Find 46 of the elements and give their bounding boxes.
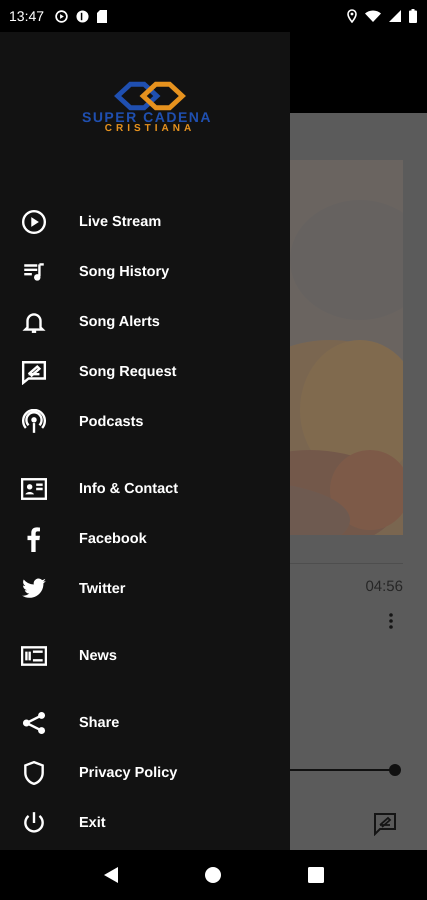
menu-item-label: Song Request <box>79 364 176 380</box>
play-circle-icon <box>55 10 68 22</box>
menu-item-label: Twitter <box>79 581 126 597</box>
menu-item[interactable]: Live Stream <box>0 197 290 247</box>
menu-item-label: Song History <box>79 264 170 280</box>
menu-item[interactable]: Privacy Policy <box>0 748 290 798</box>
menu-item-label: Song Alerts <box>79 314 160 330</box>
logo-subtitle: CRISTIANA <box>104 124 196 134</box>
menu-item[interactable]: Podcasts <box>0 397 290 447</box>
recents-icon[interactable] <box>308 867 324 883</box>
menu-item-label: Privacy Policy <box>79 765 178 781</box>
newspaper-icon <box>21 643 47 669</box>
location-icon <box>347 9 357 23</box>
play-circle-icon <box>21 209 47 235</box>
menu-item[interactable]: Twitter <box>0 564 290 614</box>
wifi-icon <box>365 10 381 22</box>
message-edit-icon <box>21 359 47 385</box>
menu-item-label: News <box>79 648 117 664</box>
shield-icon <box>21 760 47 786</box>
sd-card-icon <box>97 10 108 22</box>
menu-item-label: Podcasts <box>79 414 144 430</box>
menu-item[interactable]: News <box>0 631 290 681</box>
message-edit-icon[interactable] <box>373 812 397 836</box>
menu-item[interactable]: Song Alerts <box>0 297 290 347</box>
menu-item[interactable]: Song Request <box>0 347 290 397</box>
contact-card-icon <box>21 476 47 502</box>
menu-item[interactable]: Facebook <box>0 514 290 564</box>
menu-item-label: Live Stream <box>79 214 162 230</box>
share-icon <box>21 710 47 736</box>
menu-item[interactable]: Info & Contact <box>0 464 290 514</box>
podcast-icon <box>21 409 47 435</box>
home-icon[interactable] <box>205 867 222 883</box>
menu-item[interactable]: Exit <box>0 798 290 848</box>
clock: 13:47 <box>9 8 44 24</box>
menu-item[interactable]: Share <box>0 698 290 748</box>
menu-item-label: Exit <box>79 815 106 831</box>
back-icon[interactable] <box>103 866 120 884</box>
menu-item-label: Share <box>79 715 120 731</box>
app-notification-icon <box>76 10 90 22</box>
menu-item[interactable]: Song History <box>0 247 290 297</box>
battery-icon <box>409 9 417 23</box>
menu-item-label: Facebook <box>79 531 147 547</box>
signal-icon <box>389 10 401 22</box>
logo-title: SUPER CADENA <box>82 111 212 124</box>
menu-item-label: Info & Contact <box>79 481 178 497</box>
more-icon[interactable] <box>389 613 393 629</box>
